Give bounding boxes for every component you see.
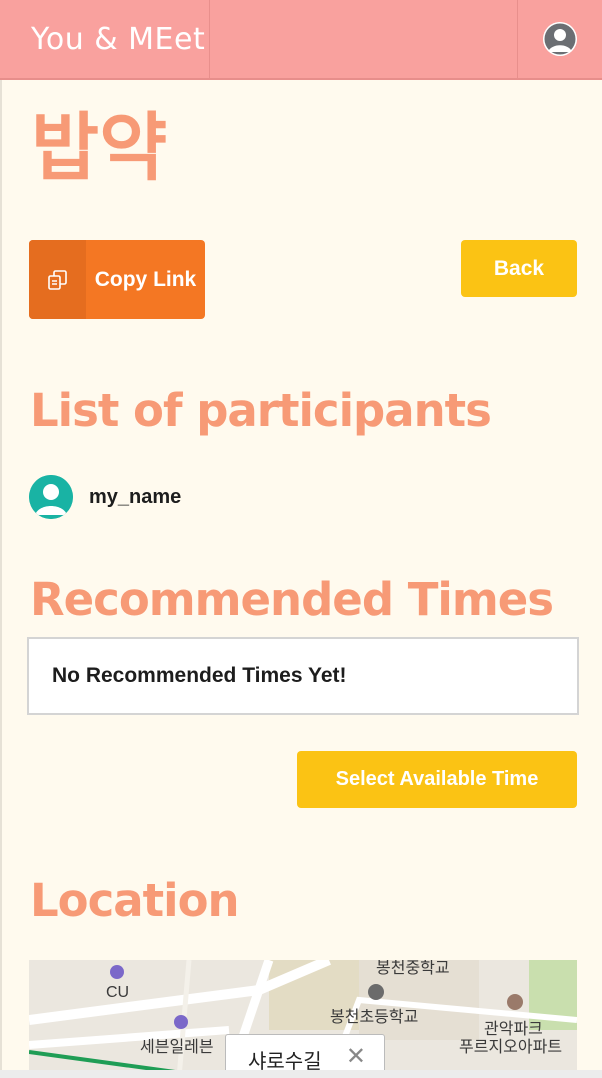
page-left-border <box>0 80 2 1078</box>
location-heading: Location <box>30 874 240 927</box>
map-label: 봉천초등학교 <box>330 1009 419 1026</box>
navbar: You & MEet <box>0 0 602 80</box>
map-label: CU <box>106 984 130 1001</box>
brand-logo[interactable]: You & MEet <box>0 0 210 78</box>
user-avatar-icon <box>29 475 73 519</box>
recommended-times-box: No Recommended Times Yet! <box>27 637 579 715</box>
map-label: 푸르지오아파트 <box>459 1039 563 1056</box>
navbar-spacer <box>210 0 517 78</box>
location-map[interactable]: 봉천중학교 CU 봉천초등학교 세븐일레븐 관악파크 푸르지오아파트 샤로수길 … <box>29 960 577 1078</box>
copy-icon <box>29 240 86 319</box>
participant-name: my_name <box>89 485 182 508</box>
page-title: 밥약 <box>31 105 168 191</box>
user-menu[interactable] <box>517 0 602 78</box>
empty-recommended-message: No Recommended Times Yet! <box>52 664 347 687</box>
copy-link-label: Copy Link <box>94 267 197 291</box>
participant-item: my_name <box>29 475 181 519</box>
participants-heading: List of participants <box>30 384 492 437</box>
copy-link-button[interactable]: Copy Link <box>29 240 205 319</box>
map-label: 세븐일레븐 <box>140 1039 214 1056</box>
back-button[interactable]: Back <box>461 240 577 297</box>
user-avatar-icon[interactable] <box>543 22 577 56</box>
recommended-times-heading: Recommended Times <box>30 573 554 626</box>
close-icon[interactable]: ✕ <box>346 1045 366 1069</box>
map-label: 봉천중학교 <box>376 960 450 977</box>
select-available-time-button[interactable]: Select Available Time <box>297 751 577 808</box>
bottom-scroll-bar <box>0 1070 602 1078</box>
